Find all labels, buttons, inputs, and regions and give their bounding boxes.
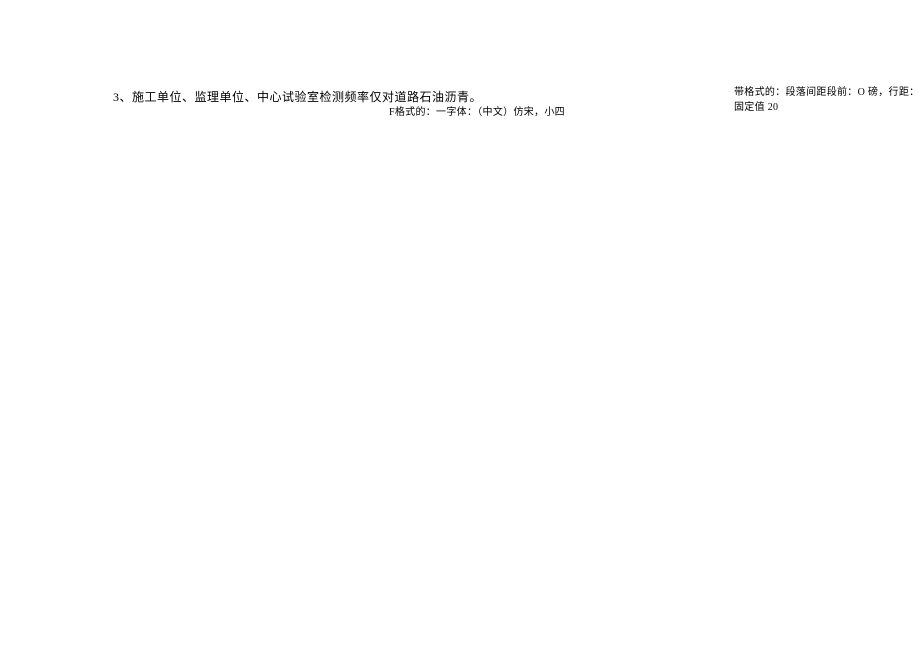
format-annotation-1: F格式的：一字体：（中文）仿宋，小四: [389, 103, 565, 118]
item-separator: 、: [120, 90, 133, 104]
item-text: 施工单位、监理单位、中心试验室检测频率仅对道路石油沥青。: [132, 90, 482, 104]
format-annotation-2: 带格式的：段落间距段前：O 磅，行距：固定值 20: [734, 83, 920, 113]
